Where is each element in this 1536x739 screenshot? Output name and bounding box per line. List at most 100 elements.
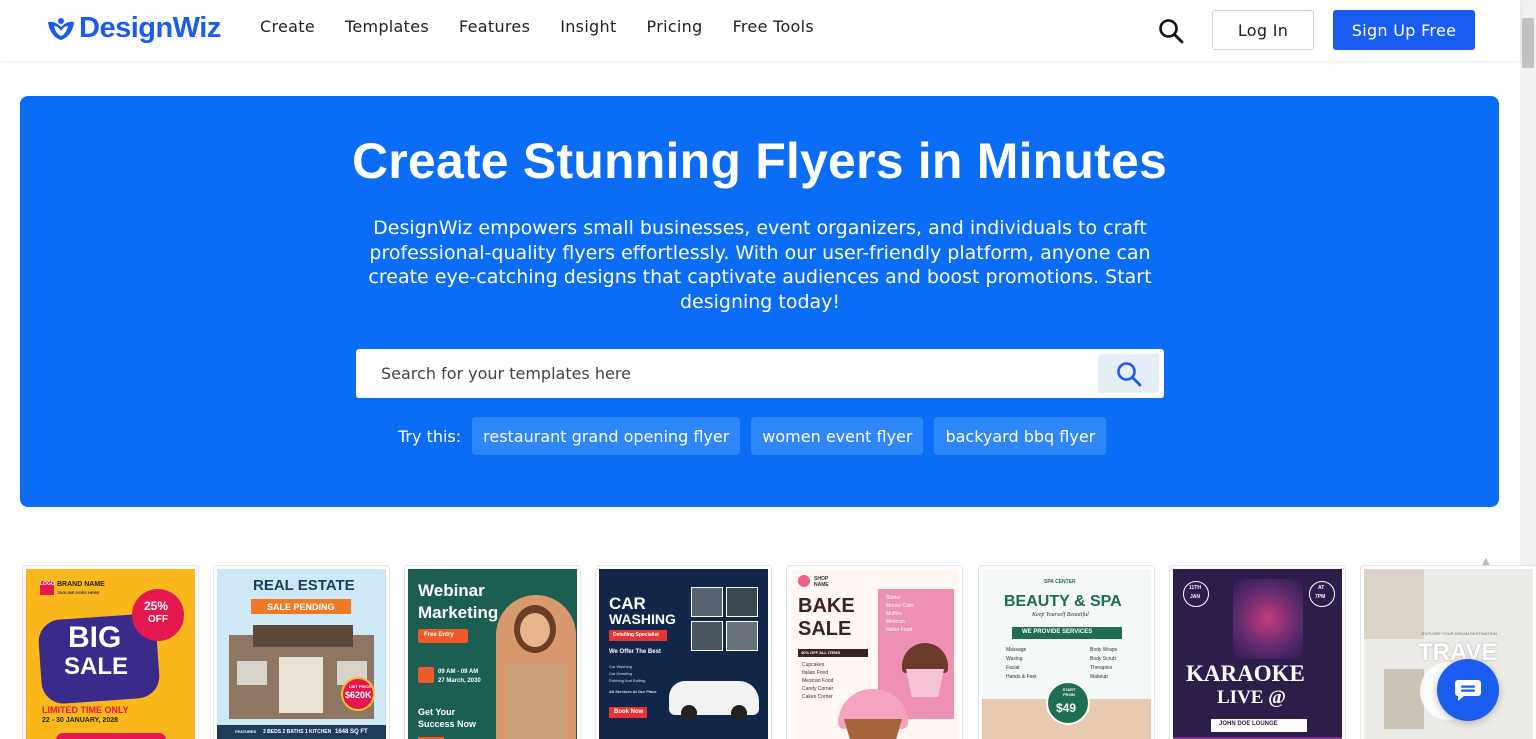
wash-photo (691, 621, 723, 651)
services-ribbon-text: WE PROVIDE SERVICES (1022, 629, 1093, 635)
template-preview: 11TH JAN AT 7PM KARAOKE LIVE @ JOHN DOE … (1173, 569, 1342, 739)
wash-photo (726, 621, 758, 651)
cta-line-1: Get Your (418, 707, 456, 717)
template-card-car-washing[interactable]: CAR WASHING Detailing Specialist We Offe… (595, 565, 772, 739)
live-at-title: LIVE @ (1217, 687, 1286, 708)
menu-item: Mexican Food (802, 678, 834, 684)
service-item: Massage (1006, 647, 1027, 653)
menu-item: Italian Food (886, 627, 913, 633)
template-card-real-estate[interactable]: REAL ESTATE SALE PENDING LIST PRICE $620… (213, 565, 390, 739)
date-month: JAN (1190, 594, 1201, 600)
header-search-icon[interactable] (1157, 17, 1185, 45)
service-item: Therapies (1090, 665, 1113, 671)
suggestion-chip[interactable]: women event flyer (751, 417, 924, 455)
template-search-input[interactable] (356, 349, 1096, 398)
real-estate-title: REAL ESTATE (253, 577, 355, 594)
service-item: Makeup (1090, 674, 1108, 680)
service-item: Body Scrub (1090, 656, 1116, 662)
template-card-big-sale[interactable]: LOGO BRAND NAME TAGLINE GOES HERE BIG SA… (22, 565, 199, 739)
time-value: 7PM (1315, 594, 1326, 600)
offer-text: 40% OFF ALL ITEMS (801, 650, 841, 655)
marketing-title: Marketing (418, 603, 499, 622)
price-label: LIST PRICE (349, 684, 372, 689)
signup-button[interactable]: Sign Up Free (1333, 10, 1475, 50)
travel-photo (1384, 669, 1424, 729)
time-text: 09 AM - 09 AM (438, 669, 479, 675)
nav-create[interactable]: Create (260, 17, 315, 36)
date-day: 11TH (1189, 585, 1201, 591)
service-item: Car Detailing (609, 671, 633, 676)
cta-line-2: Success Now (418, 719, 477, 729)
discount-value: 25% (144, 599, 169, 613)
template-card-webinar[interactable]: Webinar Marketing Free Entry 09 AM - 09 … (404, 565, 581, 739)
chat-button[interactable] (1437, 659, 1499, 721)
template-preview: LOGO BRAND NAME TAGLINE GOES HERE BIG SA… (26, 569, 195, 739)
menu-item: Mouse Cake (886, 603, 915, 609)
try-label: Try this: (398, 426, 462, 446)
date-text: 27 March, 2030 (438, 678, 481, 684)
nav-insight[interactable]: Insight (560, 17, 616, 36)
karaoke-title: KARAOKE (1186, 661, 1305, 686)
service-item: Hands & Feet (1006, 674, 1037, 680)
service-item: Rubbing And Buffing (609, 678, 646, 683)
template-card-bake-sale[interactable]: SHOP NAME BAKE SALE 40% OFF ALL ITEMS Cu… (786, 565, 963, 739)
service-item: Car Washing (609, 664, 632, 669)
singer-photo (1233, 579, 1303, 659)
suggestion-chip[interactable]: restaurant grand opening flyer (472, 417, 741, 455)
search-submit-button[interactable] (1098, 354, 1159, 393)
login-button[interactable]: Log In (1212, 10, 1314, 50)
designwiz-logo[interactable]: DesignWiz (45, 12, 221, 45)
rooms-text: 3 BEDS 2 BATHS 1 KITCHEN (263, 729, 332, 735)
house-door (279, 657, 323, 713)
calendar-icon (418, 667, 434, 683)
template-preview: REAL ESTATE SALE PENDING LIST PRICE $620… (217, 569, 386, 739)
travel-subtitle: EXPLORE YOUR DREAM DESTINATION (1422, 631, 1497, 636)
hero-title: Create Stunning Flyers in Minutes (351, 133, 1168, 189)
nav-features[interactable]: Features (459, 17, 530, 36)
beauty-spa-title: BEAUTY & SPA (1004, 593, 1122, 610)
webinar-title: Webinar (418, 581, 485, 600)
nav-free-tools[interactable]: Free Tools (733, 17, 814, 36)
template-card-karaoke[interactable]: 11TH JAN AT 7PM KARAOKE LIVE @ JOHN DOE … (1169, 565, 1346, 739)
cta-bar (56, 733, 166, 739)
cupcake-base (906, 669, 944, 697)
menu-item: Cakes Corner (802, 694, 833, 700)
suggestion-chip[interactable]: backyard bbq flyer (934, 417, 1107, 455)
main-nav: Create Templates Features Insight Pricin… (260, 17, 844, 36)
dates-text: 22 - 30 JANUARY, 2028 (42, 717, 119, 724)
template-preview: SHOP NAME BAKE SALE 40% OFF ALL ITEMS Cu… (790, 569, 959, 739)
car-wheel (731, 705, 747, 721)
price-value: $620K (345, 690, 372, 700)
service-item: Facial (1006, 665, 1020, 671)
free-entry-text: Free Entry (424, 632, 454, 638)
big-text: BIG (68, 621, 122, 654)
search-suggestions: Try this: restaurant grand opening flyer… (398, 417, 1117, 455)
chat-icon (1455, 680, 1481, 701)
shop-icon (798, 575, 810, 587)
menu-item: Muffins (886, 611, 903, 617)
spa-price: $49 (1056, 701, 1077, 715)
spa-center-text: SPA CENTER (1044, 579, 1076, 585)
nav-pricing[interactable]: Pricing (647, 17, 703, 36)
wash-photo (726, 587, 758, 617)
spa-tagline: Keep Yourself Beautiful (1032, 612, 1089, 618)
menu-item: Italian Food (802, 670, 829, 676)
book-now-text: Book Now (614, 709, 644, 715)
search-icon (1116, 361, 1141, 386)
scrollbar-thumb[interactable] (1522, 18, 1534, 68)
brand-name: BRAND NAME (57, 581, 105, 588)
menu-item: Starter (886, 595, 902, 601)
logo-text: DesignWiz (79, 12, 221, 44)
sale-title: SALE (798, 618, 852, 640)
top-header: DesignWiz Create Templates Features Insi… (0, 0, 1520, 61)
shop-name: SHOP NAME (814, 576, 829, 588)
sale-text: SALE (64, 653, 129, 680)
scroll-up-icon[interactable]: ▲ (1482, 556, 1490, 567)
house-window (237, 661, 267, 685)
template-card-beauty-spa[interactable]: SPA CENTER BEAUTY & SPA Keep Yourself Be… (978, 565, 1155, 739)
presenter-face (520, 613, 550, 647)
offer-text: We Offer The Best (609, 649, 661, 655)
logo-badge: LOGO (40, 581, 55, 595)
nav-templates[interactable]: Templates (345, 17, 429, 36)
time-at: AT (1318, 585, 1325, 591)
